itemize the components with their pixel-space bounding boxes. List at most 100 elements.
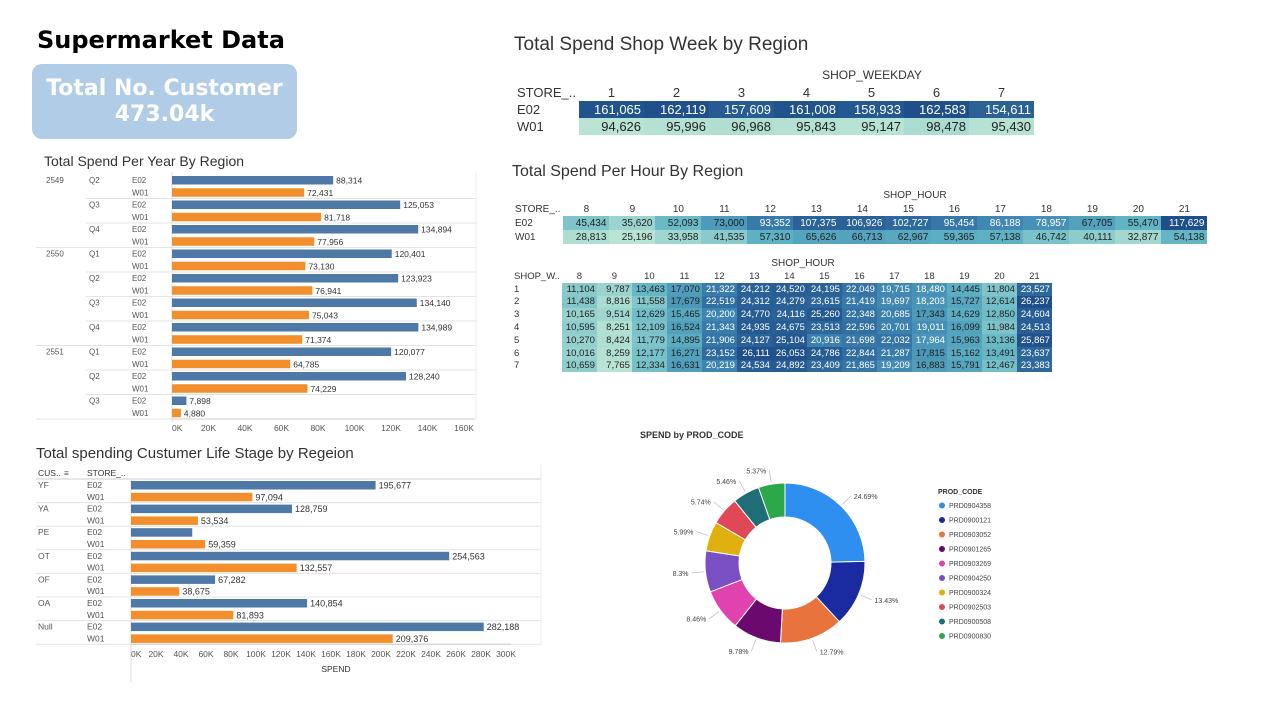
donut-leader-line [696,531,708,536]
weekhour-cell: 24,127 [736,333,772,347]
year-x-tick: 40K [237,423,252,433]
store-label: E02 [87,527,102,537]
weekhour-cell: 24,212 [736,282,772,296]
weekhour-cell: 24,892 [771,359,807,373]
hour-cell: 59,365 [931,230,978,244]
hour-cell: 28,813 [563,230,610,244]
weekhour-cell: 12,109 [631,321,667,334]
donut-slice-label: 5.37% [746,468,766,475]
hour-table: STORE_.. 8 9 10 11 12 13 14 15 16 17 18 19 20 21 E02 45,… [512,202,1208,244]
weekhour-cell: 17,964 [911,333,947,347]
weekhour-cell: 8,259 [596,346,632,360]
lifestage-bar-label: 38,675 [182,587,210,597]
store-label: E02 [132,323,147,332]
hour-col-header: 18 [1040,203,1052,215]
weekhour-cell: 12,614 [981,295,1017,309]
lifestage-bar-label: 81,893 [236,610,264,620]
lifestage-chart-title: Total spending Custumer Life Stage by Re… [36,445,354,462]
weekhour-cell: 16,271 [666,346,702,360]
hour-title: Total Spend Per Hour By Region [512,163,744,180]
weekhour-cell: 19,011 [911,321,947,334]
hour-col-header: 14 [856,203,868,215]
weekhour-cell: 20,685 [876,308,912,322]
year-bar [172,249,392,258]
store-label: E02 [132,397,147,406]
store-label: E02 [87,574,102,584]
lifestage-bar [131,551,450,561]
weekday-cell: 96,968 [709,118,775,135]
weekhour-table-wrap: SHOP_HOUR SHOP_W.. 8 9 10 11 12 13 14 15 16 17 18 19… [512,258,1054,373]
weekday-cell: 162,119 [644,101,710,118]
weekhour-cell: 17,343 [911,308,947,322]
weekhour-row: 6 10,016 8,259 12,177 16,271 23,152 26,111 26,0… [512,346,1052,360]
sort-icon[interactable]: ≡ [64,468,69,478]
store-col-header: STORE_.. [87,468,126,478]
lifestage-x-tick: 20K [148,649,163,659]
weekhour-cell: 10,165 [561,308,597,322]
quarter-label: Q4 [89,323,100,332]
year-bar [172,396,187,405]
lifestage-bar [131,504,292,514]
store-label: W01 [87,610,105,620]
year-bar-label: 125,053 [403,200,434,210]
year-bar-label: 64,785 [293,359,319,369]
weekhour-cell: 24,786 [806,346,842,360]
lifestage-bar-label: 282,188 [487,622,520,632]
weekhour-cell: 11,779 [631,333,667,347]
weekhour-col-header: 14 [784,270,795,282]
hour-col-header: 15 [902,203,914,215]
hour-cell: 57,310 [747,230,794,244]
hour-row-label: W01 [515,231,536,243]
donut-slice-label: 24.69% [854,494,878,501]
hour-col-header: 12 [764,203,776,215]
lifestage-col-header: CUS.. [38,468,61,478]
weekhour-cell: 16,883 [911,359,947,373]
year-bar [172,323,419,332]
weekhour-cell: 16,631 [666,359,702,373]
lifestage-bar [131,575,216,584]
year-x-tick: 160K [454,423,474,433]
hour-cell: 32,877 [1115,230,1162,244]
store-label: E02 [132,299,147,308]
legend-swatch [939,604,945,610]
hour-cell: 33,958 [655,230,702,244]
weekhour-cell: 20,701 [876,321,912,334]
donut-legend: PROD_CODE PRD0904358 PRD0900121 PRD0903052 P… [938,489,991,641]
year-bar-label: 134,989 [421,323,452,333]
year-label: 2550 [46,250,64,259]
quarter-label: Q4 [89,225,100,234]
lifestage-x-tick: 80K [223,649,238,659]
weekday-cell: 161,008 [774,101,840,118]
weekday-row: E02 161,065 162,119 157,609 161,008 158,933 16… [514,101,1035,118]
hour-table-wrap: SHOP_HOUR STORE_.. 8 9 10 11 12 13 14 15 16 17 18 19… [512,190,1258,244]
hour-col-header: 8 [583,203,590,215]
weekhour-cell: 24,279 [771,295,807,309]
weekhour-cell: 24,195 [806,282,842,296]
lifestage-x-tick: 140K [296,649,316,659]
weekhour-row-label: 5 [514,334,520,346]
weekhour-cell: 24,675 [771,321,807,334]
lifestage-bar [131,563,297,573]
weekhour-row: 7 10,659 7,765 12,334 16,631 20,219 24,534 24,8… [512,359,1052,373]
store-label: E02 [132,274,147,283]
weekhour-cell: 13,136 [981,333,1017,347]
weekhour-cell: 24,770 [736,308,772,322]
store-label: W01 [87,586,105,596]
weekhour-col-header: 13 [749,270,760,282]
weekhour-cell: 18,203 [911,295,947,309]
weekday-col-header: 4 [802,85,811,100]
year-bar-label: 128,240 [409,372,440,382]
lifestage-x-tick: 280K [471,649,491,659]
year-bar [172,347,392,356]
weekhour-row-label: 2 [514,296,520,308]
lifestage-bar [131,587,180,596]
hour-cell: 95,454 [931,216,978,230]
weekhour-cell: 25,104 [771,333,807,347]
weekday-table-wrap: SHOP_WEEKDAY STORE_.. 1 2 3 4 5 6 7 E02 161,065 16… [514,68,1040,135]
weekhour-cell: 24,312 [736,295,772,309]
lifestage-label: YF [38,480,49,490]
weekhour-col-header: 20 [994,270,1005,282]
year-bar [172,237,315,246]
hour-cell: 102,727 [885,216,932,230]
legend-swatch [939,517,945,523]
